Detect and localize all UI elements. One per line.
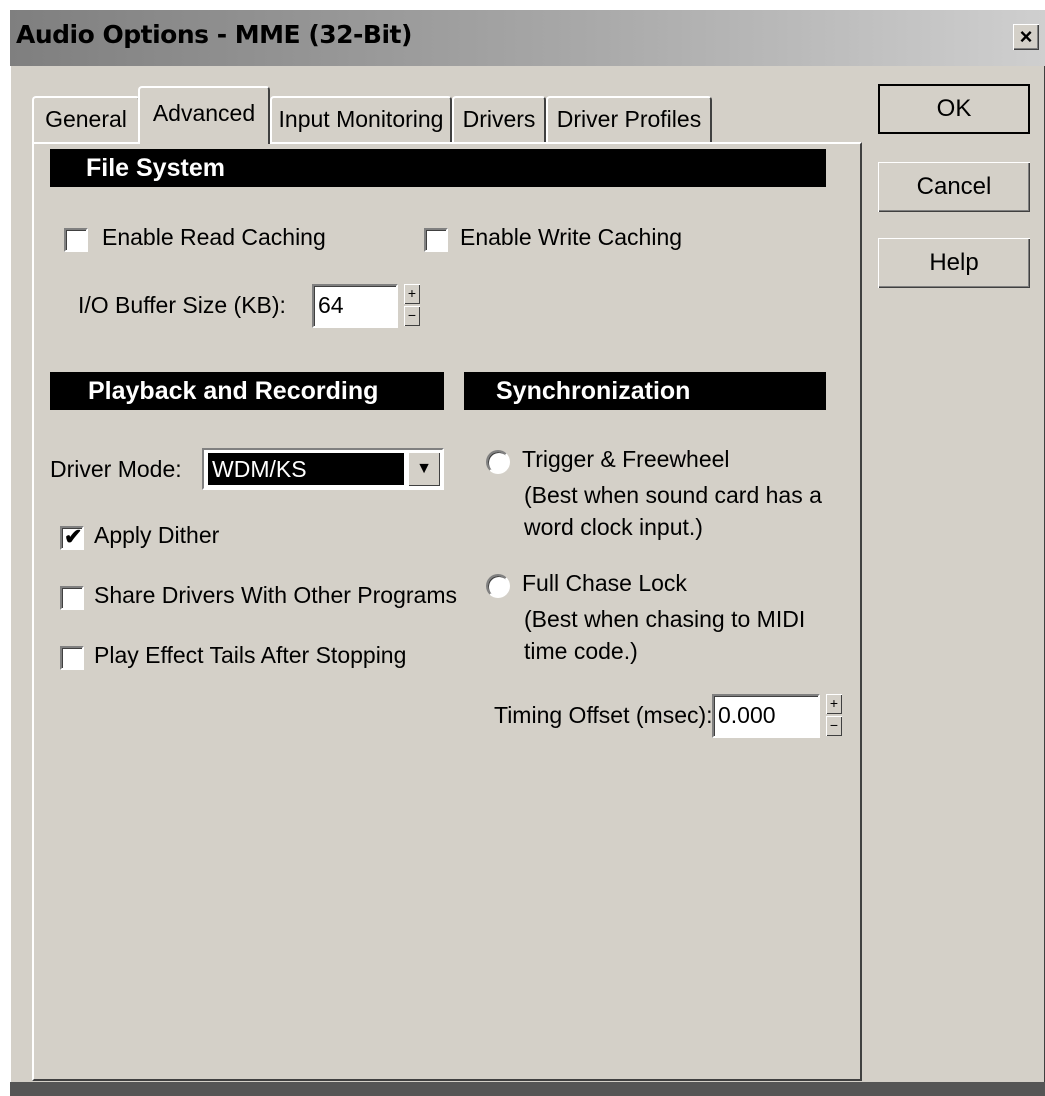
- io-buffer-size-spinner[interactable]: + −: [404, 284, 422, 328]
- driver-mode-label: Driver Mode:: [50, 456, 182, 482]
- io-buffer-size-input[interactable]: 64: [312, 284, 398, 328]
- spinner-down-icon[interactable]: −: [826, 716, 842, 736]
- apply-dither-label: Apply Dither: [94, 522, 220, 548]
- trigger-freewheel-radio[interactable]: [486, 450, 510, 474]
- full-chase-lock-desc-line2: time code.): [524, 638, 638, 664]
- help-button[interactable]: Help: [878, 238, 1030, 288]
- driver-mode-value: WDM/KS: [208, 453, 404, 485]
- spinner-down-icon[interactable]: −: [404, 306, 420, 326]
- share-drivers-label: Share Drivers With Other Programs: [94, 582, 457, 608]
- io-buffer-size-label: I/O Buffer Size (KB):: [78, 292, 286, 318]
- enable-write-caching-checkbox[interactable]: [424, 228, 448, 252]
- close-button[interactable]: ×: [1013, 24, 1039, 50]
- enable-read-caching-checkbox[interactable]: [64, 228, 88, 252]
- trigger-freewheel-desc-line1: (Best when sound card has a: [524, 482, 822, 508]
- tab-general[interactable]: General: [32, 96, 140, 142]
- full-chase-lock-desc-line1: (Best when chasing to MIDI: [524, 606, 806, 632]
- apply-dither-checkbox[interactable]: ✔: [60, 524, 84, 550]
- dropdown-arrow-icon[interactable]: ▼: [408, 452, 440, 486]
- tab-drivers[interactable]: Drivers: [452, 96, 546, 142]
- trigger-freewheel-desc-line2: word clock input.): [524, 514, 703, 540]
- effect-tails-checkbox[interactable]: [60, 646, 84, 670]
- effect-tails-label: Play Effect Tails After Stopping: [94, 642, 407, 668]
- timing-offset-input[interactable]: 0.000: [712, 694, 820, 738]
- share-drivers-checkbox[interactable]: [60, 586, 84, 610]
- timing-offset-label: Timing Offset (msec):: [494, 702, 713, 728]
- tab-advanced[interactable]: Advanced: [138, 86, 270, 144]
- cancel-button[interactable]: Cancel: [878, 162, 1030, 212]
- tab-driver-profiles[interactable]: Driver Profiles: [546, 96, 712, 142]
- full-chase-lock-radio[interactable]: [486, 574, 510, 598]
- synchronization-header: Synchronization: [464, 372, 826, 410]
- title-bar[interactable]: Audio Options - MME (32-Bit) ×: [10, 10, 1045, 66]
- window-bottom-edge: [10, 1082, 1045, 1096]
- full-chase-lock-label: Full Chase Lock: [522, 570, 687, 596]
- window-title: Audio Options - MME (32-Bit): [16, 20, 412, 49]
- enable-write-caching-label: Enable Write Caching: [460, 224, 683, 250]
- file-system-header: File System: [50, 149, 826, 187]
- spinner-up-icon[interactable]: +: [404, 284, 420, 304]
- checkmark-icon: ✔: [64, 524, 83, 549]
- enable-read-caching-label: Enable Read Caching: [102, 224, 326, 250]
- tab-input-monitoring[interactable]: Input Monitoring: [270, 96, 452, 142]
- audio-options-dialog: Audio Options - MME (32-Bit) × General A…: [10, 10, 1045, 1096]
- close-icon: ×: [1019, 24, 1033, 49]
- timing-offset-spinner[interactable]: + −: [826, 694, 844, 738]
- playback-recording-header: Playback and Recording: [50, 372, 444, 410]
- trigger-freewheel-label: Trigger & Freewheel: [522, 446, 730, 472]
- driver-mode-dropdown[interactable]: WDM/KS ▼: [202, 448, 444, 490]
- advanced-tab-panel: File System Enable Read Caching Enable W…: [32, 142, 862, 1081]
- ok-button[interactable]: OK: [878, 84, 1030, 134]
- spinner-up-icon[interactable]: +: [826, 694, 842, 714]
